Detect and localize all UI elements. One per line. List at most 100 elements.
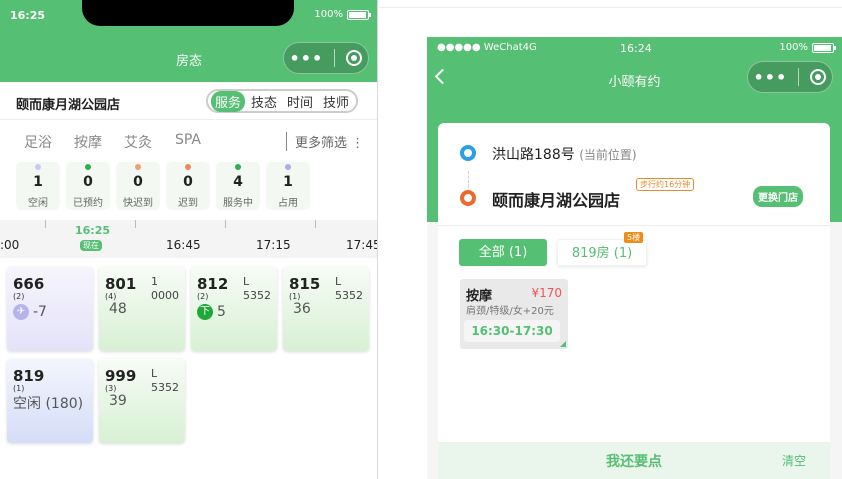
timeline[interactable]: :00 16:45 17:15 17:45 16:25 现在 xyxy=(0,220,377,258)
seg-service[interactable]: 服务 xyxy=(211,90,246,112)
more-dots-icon[interactable]: ••• xyxy=(290,49,324,68)
room-value: 36 xyxy=(293,301,311,317)
stat-idle[interactable]: 1 空闲 xyxy=(16,162,60,210)
close-target-icon[interactable] xyxy=(346,50,363,66)
more-dots-icon[interactable]: ••• xyxy=(754,68,788,87)
current-location-icon xyxy=(460,145,476,161)
timeline-tick xyxy=(45,220,46,228)
room-number: 812 xyxy=(197,275,229,293)
stat-reserved[interactable]: 0 已预约 xyxy=(66,162,110,210)
tab-room-819[interactable]: 819房 (1) xyxy=(557,239,647,266)
timeline-tick xyxy=(315,220,316,228)
room-number: 801 xyxy=(105,275,137,293)
idle-dot-icon xyxy=(35,164,41,170)
miniapp-capsule: ••• xyxy=(283,42,369,74)
category-spa[interactable]: SPA xyxy=(175,132,201,148)
capsule-divider xyxy=(798,68,800,86)
room-line-a: L xyxy=(335,275,342,288)
room-card-666[interactable]: 666 (2) ✈ -7 xyxy=(7,267,93,351)
location-address: 洪山路188号 xyxy=(492,147,575,163)
stat-label: 已预约 xyxy=(73,198,103,209)
room-line-a: L xyxy=(151,367,158,380)
booking-card: 洪山路188号 (当前位置) 颐而康月湖公园店 步行约16分钟 更换门店 全部 … xyxy=(438,123,830,479)
top-strip xyxy=(379,0,842,8)
location-row[interactable]: 洪山路188号 (当前位置) xyxy=(492,144,637,164)
seg-time[interactable]: 时间 xyxy=(283,91,317,112)
room-card-812[interactable]: 812 (2) L 5352 下 5 xyxy=(191,267,277,351)
category-moxibustion[interactable]: 艾灸 xyxy=(124,132,152,152)
stat-almost-late[interactable]: 0 快迟到 xyxy=(116,162,160,210)
almost-late-dot-icon xyxy=(135,164,141,170)
close-target-icon[interactable] xyxy=(810,69,827,85)
floor-badge: 5楼 xyxy=(624,232,644,243)
late-dot-icon xyxy=(185,164,191,170)
tab-all[interactable]: 全部 (1) xyxy=(459,239,547,266)
status-battery: 100% xyxy=(779,42,836,53)
miniapp-capsule: ••• xyxy=(747,61,833,93)
room-card-801[interactable]: 801 (4) 1 0000 48 xyxy=(99,267,185,351)
room-card-819[interactable]: 819 (1) 空闲 (180) xyxy=(7,359,93,443)
room-card-999[interactable]: 999 (3) L 5352 39 xyxy=(99,359,185,443)
stat-label: 快迟到 xyxy=(123,198,153,209)
card-footer: 我还要点 清空 xyxy=(438,442,830,479)
more-filter-button[interactable]: 更多筛选 ⋮ xyxy=(286,132,364,151)
now-time: 16:25 xyxy=(75,224,111,237)
room-count: (1) xyxy=(289,292,301,301)
room-count: (3) xyxy=(105,384,117,393)
clear-button[interactable]: 清空 xyxy=(782,452,806,469)
stat-late[interactable]: 0 迟到 xyxy=(166,162,210,210)
room-count: (4) xyxy=(105,292,117,301)
stat-num: 0 xyxy=(83,174,93,190)
room-value: -7 xyxy=(33,304,47,320)
battery-icon xyxy=(812,42,836,53)
timeline-label: :00 xyxy=(0,238,20,252)
now-tag: 现在 xyxy=(80,240,102,251)
change-store-button[interactable]: 更换门店 xyxy=(753,186,803,207)
room-count: (2) xyxy=(197,292,209,301)
carrier: ●●●●● WeChat4G xyxy=(437,42,537,53)
store-name: 颐而康月湖公园店 xyxy=(492,191,621,210)
category-massage[interactable]: 按摩 xyxy=(74,132,102,152)
store-location-icon xyxy=(460,190,476,206)
service-time: 16:30-17:30 xyxy=(464,320,560,342)
room-value: 空闲 (180) xyxy=(13,396,84,412)
room-line-b: 5352 xyxy=(243,289,271,302)
store-name[interactable]: 颐而康月湖公园店 xyxy=(16,94,120,113)
timeline-tick xyxy=(135,220,136,228)
service-item[interactable]: 按摩 ¥170 肩颈/特级/女+20元 16:30-17:30 xyxy=(460,279,568,349)
seg-technician[interactable]: 技师 xyxy=(319,91,353,112)
location-tag: (当前位置) xyxy=(579,148,637,162)
status-battery: 100% xyxy=(314,9,371,20)
status-stats: 1 空闲 0 已预约 0 快迟到 0 迟到 4 服务中 1 占用 xyxy=(16,162,310,210)
room-number: 819 xyxy=(13,367,45,385)
battery-icon xyxy=(347,9,371,20)
status-time: 16:24 xyxy=(620,42,652,55)
stat-num: 0 xyxy=(183,174,193,190)
category-foot[interactable]: 足浴 xyxy=(24,132,52,152)
room-value: 48 xyxy=(109,301,127,317)
room-line-b: 0000 xyxy=(151,289,179,302)
service-desc: 肩颈/特级/女+20元 xyxy=(466,306,554,317)
stat-in-service[interactable]: 4 服务中 xyxy=(216,162,260,210)
store-bar: 颐而康月湖公园店 服务 技态 时间 技师 xyxy=(0,82,377,120)
room-card-815[interactable]: 815 (1) L 5352 36 xyxy=(283,267,369,351)
room-line-b: 5352 xyxy=(151,381,179,394)
walk-time-tag: 步行约16分钟 xyxy=(636,178,695,191)
seg-tech-state[interactable]: 技态 xyxy=(247,91,281,112)
timeline-label: 17:15 xyxy=(256,238,291,252)
room-value: 39 xyxy=(109,393,127,409)
status-time: 16:25 xyxy=(10,9,46,22)
stat-label: 占用 xyxy=(278,198,298,209)
room-line-a: 1 xyxy=(151,275,158,288)
down-badge-icon: 下 xyxy=(197,304,213,320)
stat-occupied[interactable]: 1 占用 xyxy=(266,162,310,210)
room-value: 5 xyxy=(217,304,226,320)
add-more-button[interactable]: 我还要点 xyxy=(438,451,830,471)
screen: 16:25 100% 房态 ••• 颐而康月湖公园店 服务 技态 时间 技师 足… xyxy=(0,0,842,479)
room-count: (1) xyxy=(13,384,25,393)
stat-label: 服务中 xyxy=(223,198,253,209)
battery-percent: 100% xyxy=(314,9,343,20)
room-count: (2) xyxy=(13,292,25,301)
stat-num: 0 xyxy=(133,174,143,190)
stat-num: 1 xyxy=(33,174,43,190)
